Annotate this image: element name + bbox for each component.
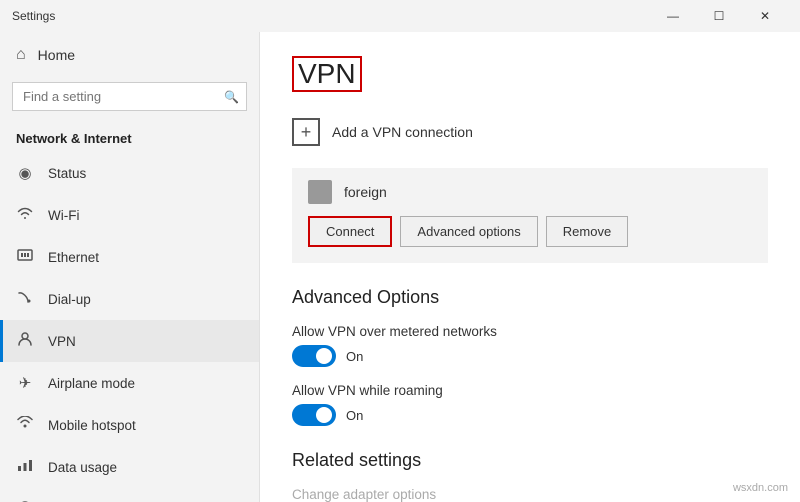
sidebar-item-airplane[interactable]: ✈ Airplane mode [0,362,259,404]
sidebar-item-label: Mobile hotspot [48,418,136,433]
sidebar-item-data[interactable]: Data usage [0,446,259,488]
data-icon [16,458,34,476]
sidebar-item-status[interactable]: ◉ Status [0,152,259,194]
roaming-row: Allow VPN while roaming On [292,383,768,426]
sidebar-item-label: Airplane mode [48,376,135,391]
roaming-state: On [346,408,363,423]
sidebar-item-label: VPN [48,334,76,349]
metered-networks-row: Allow VPN over metered networks On [292,324,768,367]
close-button[interactable]: ✕ [742,0,788,32]
search-icon: 🔍 [224,90,239,104]
add-vpn-icon: + [292,118,320,146]
wifi-icon [16,206,34,224]
roaming-toggle[interactable] [292,404,336,426]
main-content: VPN + Add a VPN connection foreign Conne… [260,32,800,502]
connect-button[interactable]: Connect [308,216,392,247]
airplane-icon: ✈ [16,374,34,392]
sidebar-item-vpn[interactable]: VPN [0,320,259,362]
advanced-options-title: Advanced Options [292,287,768,308]
home-label: Home [38,47,75,63]
app-title: Settings [12,9,55,23]
minimize-button[interactable]: — [650,0,696,32]
advanced-options-button[interactable]: Advanced options [400,216,537,247]
related-settings: Related settings Change adapter options [292,450,768,502]
metered-state: On [346,349,363,364]
window-controls: — ☐ ✕ [650,0,788,32]
remove-button[interactable]: Remove [546,216,628,247]
hotspot-icon [16,416,34,434]
sidebar-home-button[interactable]: ⌂ Home [0,32,259,78]
sidebar-item-label: Ethernet [48,250,99,265]
vpn-name-label: foreign [344,184,387,200]
metered-label: Allow VPN over metered networks [292,324,768,339]
metered-toggle-group: On [292,345,768,367]
vpn-card: foreign Connect Advanced options Remove [292,168,768,263]
metered-toggle[interactable] [292,345,336,367]
ethernet-icon [16,248,34,266]
change-adapter-link[interactable]: Change adapter options [292,487,768,502]
dialup-icon [16,290,34,308]
vpn-card-icon [308,180,332,204]
vpn-connection-name: foreign [308,180,752,204]
maximize-button[interactable]: ☐ [696,0,742,32]
home-icon: ⌂ [16,46,26,64]
add-vpn-row[interactable]: + Add a VPN connection [292,112,768,152]
sidebar-item-wifi[interactable]: Wi-Fi [0,194,259,236]
roaming-toggle-group: On [292,404,768,426]
vpn-card-buttons: Connect Advanced options Remove [308,216,752,247]
add-vpn-label: Add a VPN connection [332,124,473,140]
app-body: ⌂ Home 🔍 Network & Internet ◉ Status Wi-… [0,32,800,502]
sidebar-item-proxy[interactable]: Proxy [0,488,259,502]
title-bar: Settings — ☐ ✕ [0,0,800,32]
status-icon: ◉ [16,164,34,182]
sidebar: ⌂ Home 🔍 Network & Internet ◉ Status Wi-… [0,32,260,502]
vpn-icon [16,332,34,350]
roaming-label: Allow VPN while roaming [292,383,768,398]
related-settings-title: Related settings [292,450,768,471]
sidebar-item-label: Wi-Fi [48,208,79,223]
page-title: VPN [292,56,362,92]
sidebar-item-label: Data usage [48,460,117,475]
sidebar-section-title: Network & Internet [0,123,259,152]
sidebar-search: 🔍 [12,82,247,111]
watermark: wsxdn.com [733,482,788,494]
sidebar-item-ethernet[interactable]: Ethernet [0,236,259,278]
search-input[interactable] [12,82,247,111]
sidebar-item-hotspot[interactable]: Mobile hotspot [0,404,259,446]
sidebar-item-label: Dial-up [48,292,91,307]
sidebar-item-label: Status [48,166,86,181]
sidebar-item-dialup[interactable]: Dial-up [0,278,259,320]
